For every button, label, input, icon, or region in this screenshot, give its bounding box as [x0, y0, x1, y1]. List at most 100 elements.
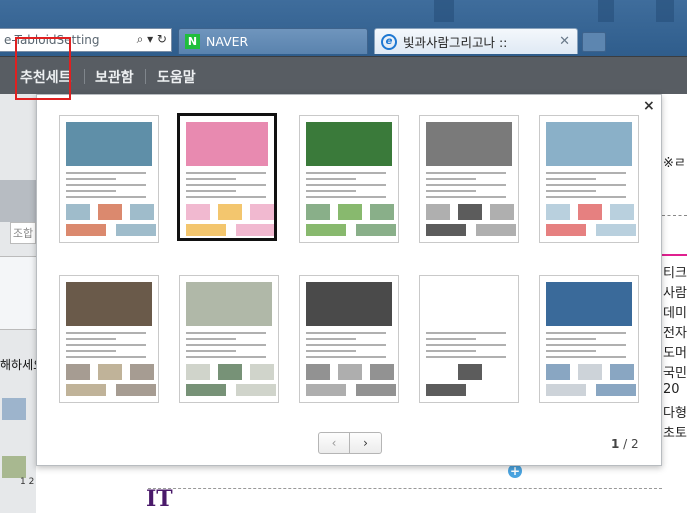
previous-page-button[interactable]: ‹ [318, 432, 350, 454]
template-image-block [610, 364, 634, 380]
template-image-block [596, 224, 636, 236]
template-text-line [306, 190, 356, 192]
template-image-block [66, 224, 106, 236]
template-thumbnail[interactable] [419, 275, 519, 403]
template-hero-image [546, 122, 632, 166]
left-thumbnail[interactable] [2, 456, 26, 478]
tab-naver[interactable]: N NAVER [178, 28, 368, 54]
template-hero-image [186, 122, 268, 166]
template-text-line [426, 196, 506, 198]
right-divider [662, 215, 687, 216]
left-page-numbers: 1 2 [20, 477, 35, 487]
template-image-block [370, 364, 394, 380]
template-text-line [306, 172, 386, 174]
template-thumbnail[interactable] [177, 113, 277, 241]
template-text-line [186, 196, 266, 198]
right-text: 20 [663, 382, 680, 397]
template-image-block [98, 204, 122, 220]
template-image-block [186, 364, 210, 380]
template-text-line [546, 338, 596, 340]
ie-icon: e [381, 33, 397, 50]
tab-blog[interactable]: e 빛과사람그리고나 :: ✕ [374, 28, 578, 54]
template-hero-image [426, 122, 512, 166]
window-decoration [598, 0, 614, 22]
left-panel-section [0, 256, 36, 330]
editor-toolbar: 추천세트 보관함 도움말 [0, 56, 687, 94]
template-text-line [426, 338, 476, 340]
template-thumbnail[interactable] [539, 115, 639, 243]
template-hero-image [66, 282, 152, 326]
template-image-block [490, 364, 514, 380]
template-thumbnail[interactable] [59, 115, 159, 243]
background-left-panel: 조합 해하세요 1 2 [0, 94, 44, 513]
template-image-block [546, 364, 570, 380]
right-text: 도머 [663, 346, 687, 361]
bottom-divider [148, 488, 662, 489]
template-thumbnail[interactable] [179, 275, 279, 403]
template-image-block [306, 384, 346, 396]
close-icon[interactable]: × [643, 98, 655, 114]
address-controls-icon[interactable]: ⌕ ▾ ↻ [137, 32, 167, 47]
template-image-block [306, 204, 330, 220]
template-thumbnail[interactable] [59, 275, 159, 403]
template-thumbnail[interactable] [419, 115, 519, 243]
template-text-line [426, 184, 506, 186]
template-text-line [426, 344, 506, 346]
template-text-line [426, 178, 476, 180]
template-text-line [66, 344, 146, 346]
template-text-line [306, 350, 356, 352]
template-image-block [546, 224, 586, 236]
new-tab-button[interactable] [582, 32, 606, 52]
template-text-line [186, 178, 236, 180]
template-text-line [546, 344, 626, 346]
template-image-block [458, 204, 482, 220]
chevron-left-icon: ‹ [331, 436, 337, 450]
template-text-line [66, 184, 146, 186]
template-text-line [306, 356, 386, 358]
template-image-block [306, 364, 330, 380]
template-image-block [546, 204, 570, 220]
template-image-block [578, 364, 602, 380]
template-text-line [546, 190, 596, 192]
template-image-block [476, 224, 516, 236]
page-separator: / [619, 437, 632, 451]
template-image-block [338, 204, 362, 220]
template-text-line [546, 178, 596, 180]
right-text: 국민 [663, 366, 687, 381]
template-text-line [426, 350, 476, 352]
right-text: 초토 [663, 426, 687, 441]
template-text-line [186, 350, 236, 352]
window-decoration [656, 0, 674, 22]
template-image-block [186, 384, 226, 396]
naver-logo-icon: N [185, 34, 200, 49]
help-button[interactable]: 도움말 [157, 67, 196, 87]
template-thumbnail[interactable] [299, 275, 399, 403]
storage-button[interactable]: 보관함 [95, 67, 134, 87]
bottom-heading: IT [146, 486, 173, 512]
template-image-block [66, 204, 90, 220]
template-image-block [218, 204, 242, 220]
template-text-line [426, 356, 506, 358]
add-block-icon[interactable]: + [508, 464, 522, 478]
left-chip[interactable]: 조합 [10, 222, 36, 244]
toolbar-divider [145, 69, 146, 84]
template-image-block [356, 224, 396, 236]
template-text-line [66, 196, 146, 198]
template-text-line [186, 356, 266, 358]
template-thumbnail[interactable] [299, 115, 399, 243]
template-image-block [426, 224, 466, 236]
template-image-block [476, 384, 516, 396]
template-text-line [66, 356, 146, 358]
next-page-button[interactable]: › [350, 432, 382, 454]
template-image-block [596, 384, 636, 396]
template-text-line [306, 344, 386, 346]
left-thumbnail[interactable] [2, 398, 26, 420]
template-thumbnail[interactable] [539, 275, 639, 403]
template-text-line [66, 338, 116, 340]
tab-close-icon[interactable]: ✕ [559, 34, 570, 49]
template-image-block [490, 204, 514, 220]
template-text-line [546, 184, 626, 186]
template-text-line [186, 344, 266, 346]
template-image-block [236, 224, 274, 236]
right-text: 전자 [663, 326, 687, 341]
